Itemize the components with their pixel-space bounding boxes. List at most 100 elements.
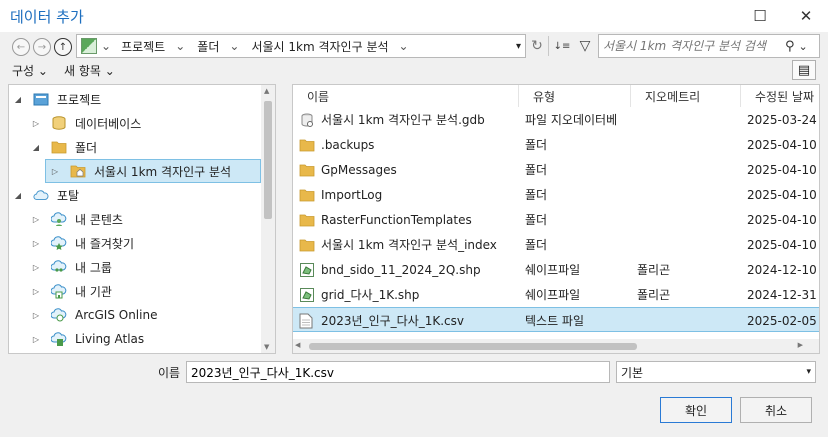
filter-button[interactable]: ▽ [576,36,594,56]
file-name-cell: RasterFunctionTemplates [321,212,472,227]
file-row[interactable]: GpMessages 폴더 2025-04-10 오 [293,157,819,182]
file-name-cell: GpMessages [321,162,397,177]
tree-item-label: ArcGIS Online [75,308,158,322]
tree-item[interactable]: ▷ 내 콘텐츠 [9,207,261,231]
forward-button[interactable]: → [33,38,51,56]
sort-button[interactable]: ↓≡ [552,36,572,56]
expanded-arrow-icon[interactable]: ◢ [31,143,41,152]
file-date-cell: 2025-04-10 오 [747,163,819,177]
tree-item[interactable]: ◢ 포탈 [9,183,261,207]
divider [548,36,549,56]
collapsed-arrow-icon[interactable]: ▷ [31,215,41,224]
file-row[interactable]: 서울시 1km 격자인구 분석.gdb 파일 지오데이터베 2025-03-24 오 [293,107,819,132]
file-row[interactable]: .backups 폴더 2025-04-10 오 [293,132,819,157]
tree-item[interactable]: ◢ 프로젝트 [9,87,261,111]
view-options-button[interactable]: ▤ [792,60,816,80]
collapsed-arrow-icon[interactable]: ▷ [31,263,41,272]
cancel-button[interactable]: 취소 [740,397,812,423]
organize-menu[interactable]: 구성 ⌄ [12,62,48,79]
up-arrow-icon: ↑ [58,41,68,53]
breadcrumb-separator-icon[interactable]: ⌄ [175,39,185,53]
file-row[interactable]: ImportLog 폴더 2025-04-10 오 [293,182,819,207]
file-list[interactable]: 이름 유형 지오메트리 수정된 날짜 서울시 1km 격자인구 분석.gdb 파일… [292,84,820,354]
navigation-tree[interactable]: ◢ 프로젝트 ▷ 데이터베이스 ◢ 폴더 ▷ 서울시 1km 격자인구 분석 ◢ 포탈 ▷ 내 콘텐츠… [8,84,276,354]
up-level-button[interactable]: ↑ [54,38,72,56]
address-dropdown-icon[interactable]: ▾ [516,41,521,52]
search-input[interactable] [603,39,781,53]
file-type-cell: 쉐이프파일 [525,288,581,302]
tree-item-label: 프로젝트 [57,92,102,107]
file-date-cell: 2024-12-10 오 [747,263,819,277]
location-dropdown-icon[interactable]: ⌄ [101,39,111,53]
breadcrumb-project[interactable]: 프로젝트 [121,38,165,55]
tree-item[interactable]: ▷ ArcGIS Online [9,303,261,327]
file-row[interactable]: 2023년_인구_다사_1K.csv 텍스트 파일 2025-02-05 오 [293,307,819,333]
close-button[interactable]: ✕ [786,0,826,32]
column-header-geometry[interactable]: 지오메트리 [631,85,741,107]
file-name-cell: 서울시 1km 격자인구 분석_index [321,238,497,252]
file-geometry-cell: 폴리곤 [637,263,671,277]
collapsed-arrow-icon[interactable]: ▷ [31,239,41,248]
file-name-cell: grid_다사_1K.shp [321,288,420,302]
tree-item[interactable]: ▷ 데이터베이스 [9,111,261,135]
file-row[interactable]: RasterFunctionTemplates 폴더 2025-04-10 오 [293,207,819,232]
organization-icon [51,283,67,299]
home-folder-icon [70,163,86,179]
expanded-arrow-icon[interactable]: ◢ [13,191,23,200]
collapsed-arrow-icon[interactable]: ▷ [31,287,41,296]
breadcrumb-separator-icon[interactable]: ⌄ [229,39,239,53]
search-box[interactable]: ⚲ ⌄ [598,34,820,58]
title-bar [0,0,828,32]
column-header-type[interactable]: 유형 [519,85,631,107]
csv-file-icon [299,308,313,333]
address-bar[interactable]: ⌄ 프로젝트 ⌄ 폴더 ⌄ 서울시 1km 격자인구 분석 ⌄ ▾ [76,34,526,58]
expanded-arrow-icon[interactable]: ◢ [13,95,23,104]
tree-item[interactable]: ▷ 서울시 1km 격자인구 분석 [45,159,261,183]
refresh-button[interactable]: ↻ [528,36,546,56]
collapsed-arrow-icon[interactable]: ▷ [31,311,41,320]
file-type-value: 기본 [621,365,644,380]
tree-item[interactable]: ◢ 폴더 [9,135,261,159]
scroll-up-icon[interactable]: ▲ [264,87,269,95]
collapsed-arrow-icon[interactable]: ▷ [31,119,41,128]
file-list-hscrollbar[interactable]: ◀ ▶ [293,339,819,353]
scroll-down-icon[interactable]: ▼ [264,343,269,351]
breadcrumb-separator-icon[interactable]: ⌄ [399,39,409,53]
file-row[interactable]: 서울시 1km 격자인구 분석_index 폴더 2025-04-10 오 [293,232,819,257]
tree-item[interactable]: ▷ 내 기관 [9,279,261,303]
breadcrumb-folder[interactable]: 폴더 [197,38,219,55]
tree-scrollbar[interactable]: ▲ ▼ [261,85,275,353]
favorites-icon [51,235,67,251]
file-list-hscrollbar-thumb[interactable] [309,343,637,350]
scroll-left-icon[interactable]: ◀ [295,341,300,349]
tree-item[interactable]: ▷ 내 그룹 [9,255,261,279]
collapsed-arrow-icon[interactable]: ▷ [50,167,60,176]
tree-item[interactable]: ▷ 내 즐겨찾기 [9,231,261,255]
breadcrumb-current-folder[interactable]: 서울시 1km 격자인구 분석 [251,38,388,55]
file-row[interactable]: grid_다사_1K.shp 쉐이프파일 폴리곤 2024-12-31 오 [293,282,819,307]
folder-icon [299,132,315,157]
my-content-icon [51,211,67,227]
location-icon [81,38,97,54]
column-header-name[interactable]: 이름 [293,85,519,107]
maximize-button[interactable]: ☐ [740,0,780,32]
ok-button[interactable]: 확인 [660,397,732,423]
column-header-modified-date[interactable]: 수정된 날짜 [741,85,819,107]
folder-icon [299,207,315,232]
file-date-cell: 2025-04-10 오 [747,213,819,227]
folder-icon [51,139,67,155]
back-button[interactable]: ← [12,38,30,56]
search-dropdown-icon[interactable]: ⌄ [799,40,808,53]
file-type-select[interactable]: 기본 ▾ [616,361,816,383]
file-row[interactable]: bnd_sido_11_2024_2Q.shp 쉐이프파일 폴리곤 2024-12-1… [293,257,819,282]
file-date-cell: 2025-03-24 오 [747,113,819,127]
tree-item[interactable]: ▷ Living Atlas [9,327,261,351]
collapsed-arrow-icon[interactable]: ▷ [31,335,41,344]
scroll-right-icon[interactable]: ▶ [798,341,803,349]
tree-scrollbar-thumb[interactable] [264,101,272,219]
file-name-input[interactable] [186,361,610,383]
file-geometry-cell: 폴리곤 [637,288,671,302]
living-atlas-icon [51,331,67,347]
new-item-menu[interactable]: 새 항목 ⌄ [64,62,115,79]
search-icon[interactable]: ⚲ [785,39,795,54]
